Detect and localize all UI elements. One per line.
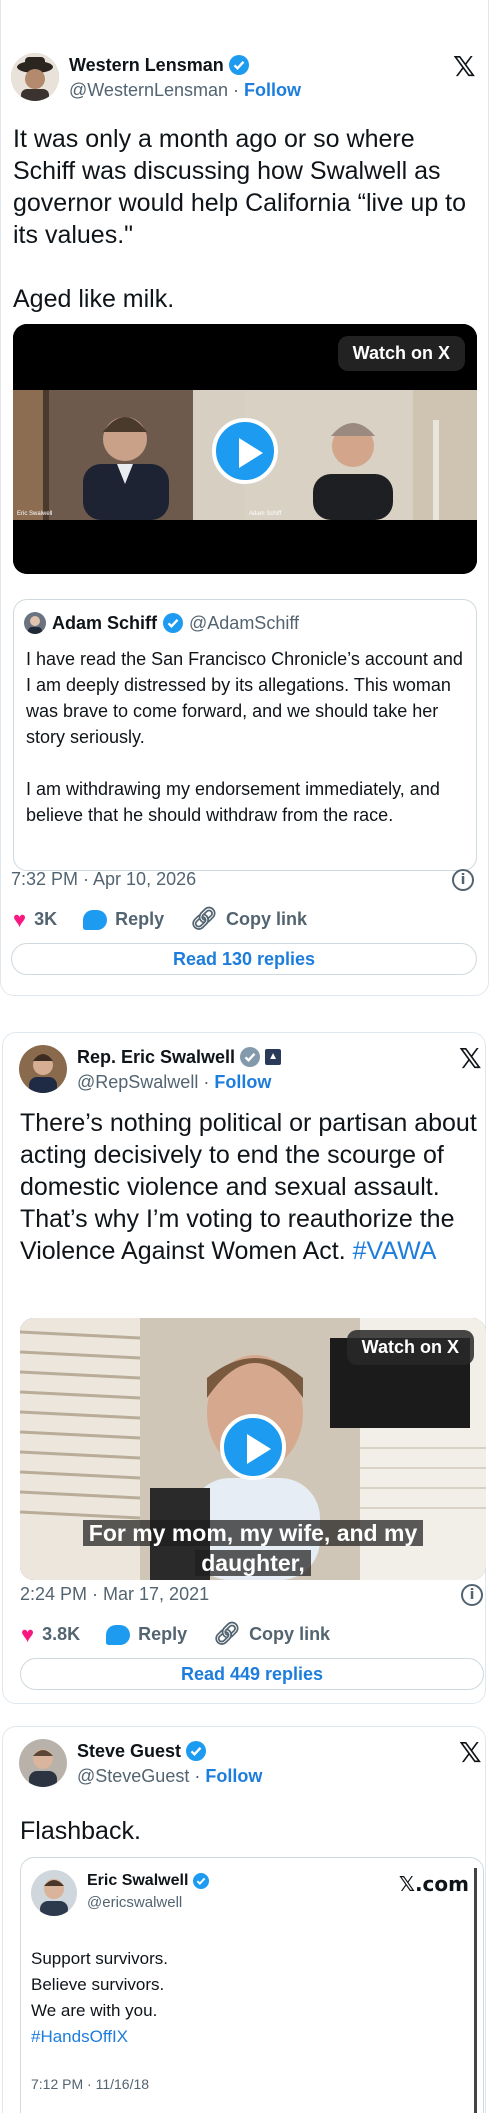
verified-gray-badge-icon [240,1047,261,1067]
tweet-header: Rep. Eric Swalwell ▲ @RepSwalwell · Foll… [19,1045,282,1095]
author-handle[interactable]: @RepSwalwell [77,1072,198,1092]
video-name-right: Adam Schiff [249,511,282,517]
like-button[interactable]: ♥ 3K [13,906,58,932]
tweet-timestamp[interactable]: 2:24 PM · Mar 17, 2021 [20,1584,209,1605]
tweet-header: Steve Guest @SteveGuest · Follow [19,1739,262,1789]
government-badge-icon: ▲ [265,1049,282,1065]
tweet-card-3: Steve Guest @SteveGuest · Follow 𝕏 Flash… [2,1726,486,2113]
video-name-left: Eric Swalwell [17,511,52,517]
quoted-author-name[interactable]: Adam Schiff [52,613,157,634]
copy-link-button[interactable]: 🔗︎ Copy link [213,1622,330,1647]
x-logo-icon[interactable]: 𝕏 [459,1045,482,1073]
separator: · [203,1072,210,1092]
like-count: 3K [34,909,58,929]
read-replies-button[interactable]: Read 130 replies [11,943,477,975]
info-icon[interactable]: i [452,869,474,891]
reply-icon [106,1624,131,1645]
avatar[interactable] [11,53,59,101]
reply-button[interactable]: Reply [83,909,164,930]
x-logo-icon[interactable]: 𝕏 [459,1739,482,1767]
quoted-author-handle[interactable]: @AdamSchiff [189,613,299,634]
quoted-avatar[interactable] [24,612,46,634]
video-caption-text: For my mom, my wife, and my daughter, [82,1520,424,1576]
embedded-author-name: Eric Swalwell [87,1872,189,1889]
tweet-text: Flashback. [20,1817,141,1845]
verified-badge-icon [163,613,184,633]
avatar[interactable] [19,1739,67,1787]
watch-on-x-button[interactable]: Watch on X [337,336,465,371]
reply-button[interactable]: Reply [106,1624,187,1645]
reply-label: Reply [138,1624,188,1644]
tweet-text: It was only a month ago or so where Schi… [13,125,467,313]
info-icon[interactable]: i [461,1584,483,1606]
embedded-hashtag: #HandsOffIX [31,2027,129,2046]
embedded-line: Support survivors. [31,1949,168,1968]
reply-icon [83,909,108,930]
author-name[interactable]: Steve Guest [77,1739,181,1763]
play-icon[interactable] [220,1414,286,1480]
tweet-card-1: Western Lensman @WesternLensman · Follow… [0,0,489,996]
follow-button[interactable]: Follow [205,1766,262,1786]
separator: · [194,1766,201,1786]
verified-badge-icon [228,55,249,75]
tweet-card-2: Rep. Eric Swalwell ▲ @RepSwalwell · Foll… [2,1032,486,1704]
embedded-tweet-image[interactable]: Eric Swalwell @ericswalwell 𝕏.com Suppor… [20,1857,484,2113]
video-player[interactable]: Watch on X For my mom, my wife, and my d… [20,1318,486,1580]
tweet-timestamp[interactable]: 7:32 PM · Apr 10, 2026 [11,869,196,890]
quoted-tweet-text: I have read the San Francisco Chronicle’… [26,649,463,825]
play-icon[interactable] [212,418,278,484]
like-count: 3.8K [42,1624,81,1644]
author-name[interactable]: Rep. Eric Swalwell [77,1045,235,1069]
link-icon: 🔗︎ [190,907,219,932]
tweet-header: Western Lensman @WesternLensman · Follow [11,53,301,103]
tweet-actions: ♥ 3.8K Reply 🔗︎ Copy link [21,1622,356,1647]
avatar[interactable] [19,1045,67,1093]
like-button[interactable]: ♥ 3.8K [21,1621,81,1647]
embedded-avatar [31,1870,77,1916]
embedded-line: Believe survivors. [31,1975,165,1994]
link-icon: 🔗︎ [213,1622,242,1647]
heart-icon: ♥ [13,906,27,932]
follow-button[interactable]: Follow [244,80,301,100]
embedded-author-handle: @ericswalwell [87,1894,183,1911]
tweet-text: There’s nothing political or partisan ab… [20,1107,482,1267]
follow-button[interactable]: Follow [214,1072,271,1092]
heart-icon: ♥ [21,1621,35,1647]
tweet-actions: ♥ 3K Reply 🔗︎ Copy link [13,907,333,932]
author-handle[interactable]: @SteveGuest [77,1766,189,1786]
watch-on-x-button[interactable]: Watch on X [346,1330,474,1365]
author-name[interactable]: Western Lensman [69,53,224,77]
copy-link-label: Copy link [226,909,308,929]
embedded-timestamp: 7:12 PM · 11/16/18 [31,2076,150,2092]
x-com-logo: 𝕏.com [398,1872,469,1896]
embedded-scrollbar [474,1868,477,2113]
quoted-tweet[interactable]: Adam Schiff @AdamSchiff I have read the … [13,599,477,871]
verified-badge-icon [193,1873,210,1889]
x-logo-icon[interactable]: 𝕏 [453,53,476,81]
embedded-line: We are with you. [31,2001,158,2020]
embedded-tweet-text: Support survivors. Believe survivors. We… [31,1946,168,2050]
separator: · [233,80,240,100]
copy-link-button[interactable]: 🔗︎ Copy link [190,907,307,932]
copy-link-label: Copy link [249,1624,331,1644]
video-caption: For my mom, my wife, and my daughter, [66,1518,440,1578]
read-replies-button[interactable]: Read 449 replies [20,1658,484,1690]
verified-badge-icon [186,1741,207,1761]
reply-label: Reply [115,909,165,929]
author-handle[interactable]: @WesternLensman [69,80,228,100]
hashtag-link[interactable]: #VAWA [353,1237,437,1265]
video-player[interactable]: Eric Swalwell Adam Schiff Watch on X [13,324,477,574]
